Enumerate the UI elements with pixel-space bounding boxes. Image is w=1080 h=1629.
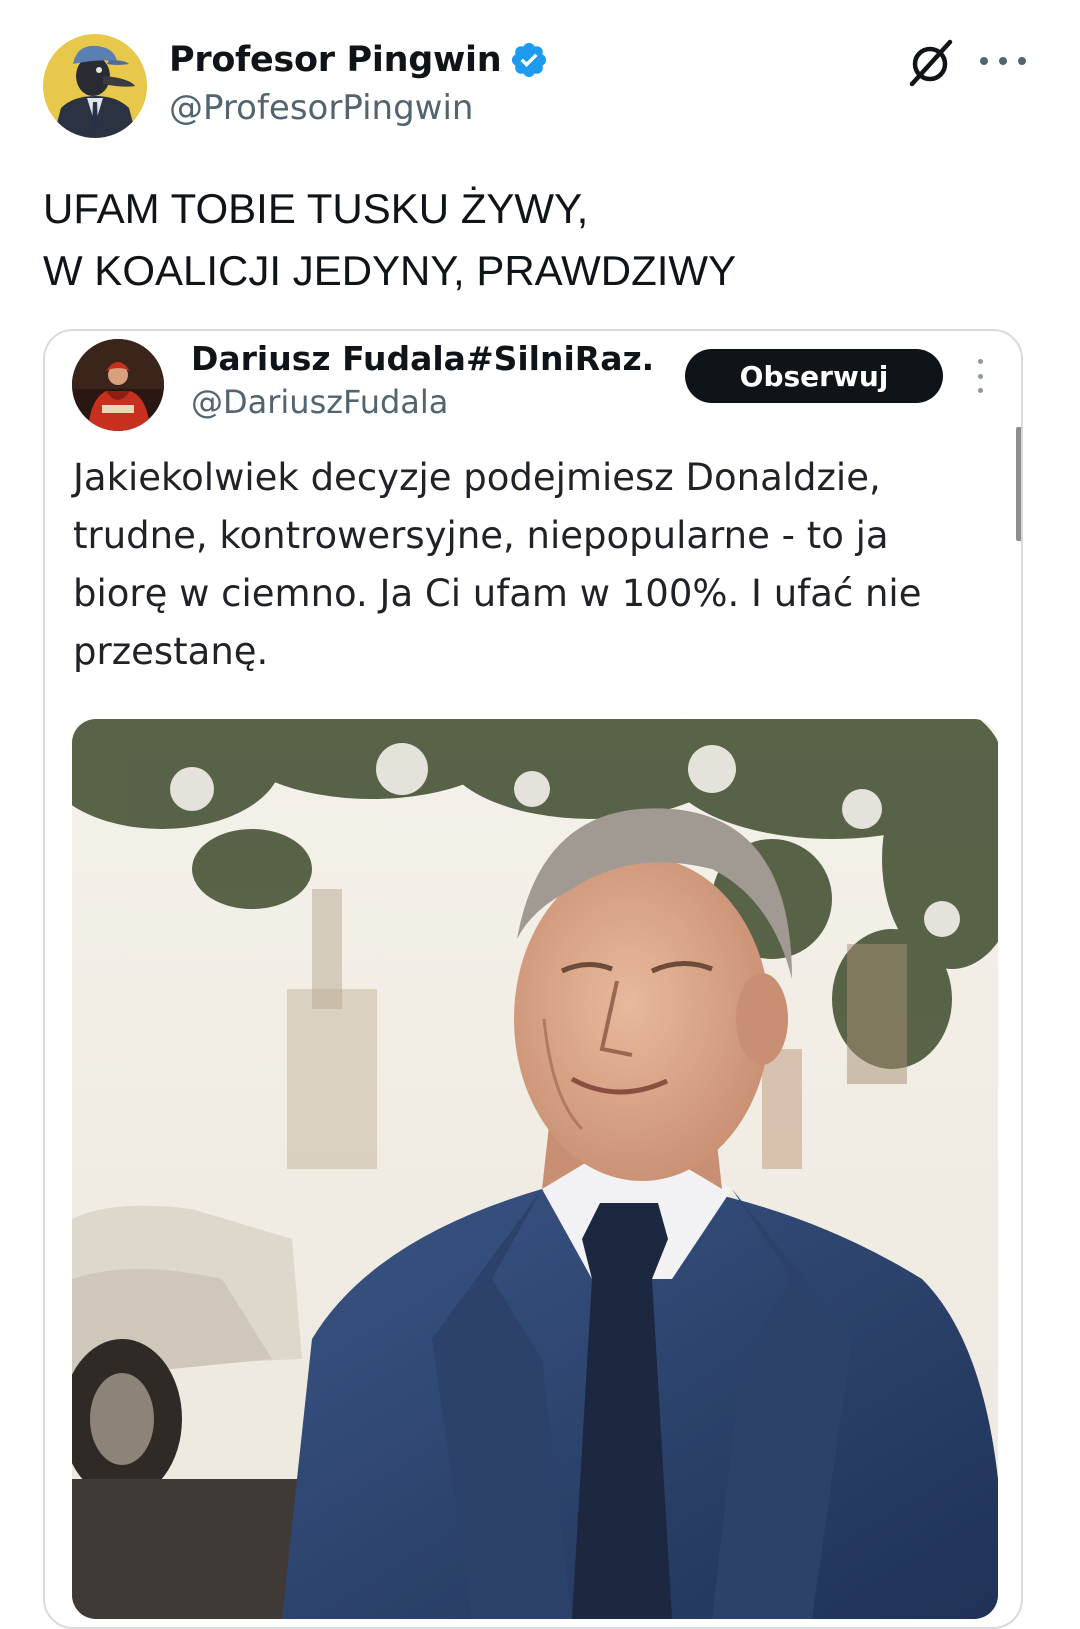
verified-badge-icon: [512, 42, 547, 78]
post-text: UFAM TOBIE TUSKU ŻYWY, W KOALICJI JEDYNY…: [43, 178, 1033, 302]
quoted-author-avatar[interactable]: [72, 339, 164, 431]
quoted-author-name[interactable]: Dariusz Fudala#SilniRaz...: [191, 339, 651, 378]
quoted-text-line: przestanę.: [73, 630, 269, 673]
post-text-line: UFAM TOBIE TUSKU ŻYWY,: [43, 185, 589, 232]
more-dot: [1018, 57, 1026, 65]
quoted-text-line: biorę w ciemno. Ja Ci ufam w 100%. I ufa…: [73, 572, 922, 615]
quoted-author-handle[interactable]: @DariuszFudala: [191, 383, 448, 421]
quoted-media-photo[interactable]: [72, 719, 998, 1619]
more-dot: [977, 373, 983, 379]
red-figure-avatar-icon: [72, 339, 164, 431]
author-avatar[interactable]: [43, 34, 147, 138]
more-dot: [977, 388, 983, 393]
man-in-suit-photo-icon: [72, 719, 998, 1619]
quoted-more-icon[interactable]: [973, 359, 987, 393]
scrollbar-thumb[interactable]: [1016, 427, 1021, 541]
follow-button[interactable]: Obserwuj: [685, 349, 943, 403]
quoted-post-text: Jakiekolwiek decyzje podejmiesz Donaldzi…: [73, 449, 993, 681]
author-name[interactable]: Profesor Pingwin: [169, 40, 502, 80]
quoted-text-line: trudne, kontrowersyjne, niepopularne - t…: [73, 514, 889, 557]
grok-icon[interactable]: [906, 38, 956, 88]
post-text-line: W KOALICJI JEDYNY, PRAWDZIWY: [43, 247, 737, 294]
more-dot: [980, 57, 988, 65]
more-dot: [999, 57, 1007, 65]
quoted-text-line: Jakiekolwiek decyzje podejmiesz Donaldzi…: [73, 456, 881, 499]
more-icon[interactable]: [980, 44, 1026, 78]
penguin-avatar-icon: [43, 34, 147, 138]
author-handle[interactable]: @ProfesorPingwin: [169, 88, 473, 128]
more-dot: [977, 359, 983, 364]
quoted-post-card[interactable]: Dariusz Fudala#SilniRaz... @DariuszFudal…: [43, 329, 1023, 1629]
author-name-row[interactable]: Profesor Pingwin: [169, 38, 549, 82]
